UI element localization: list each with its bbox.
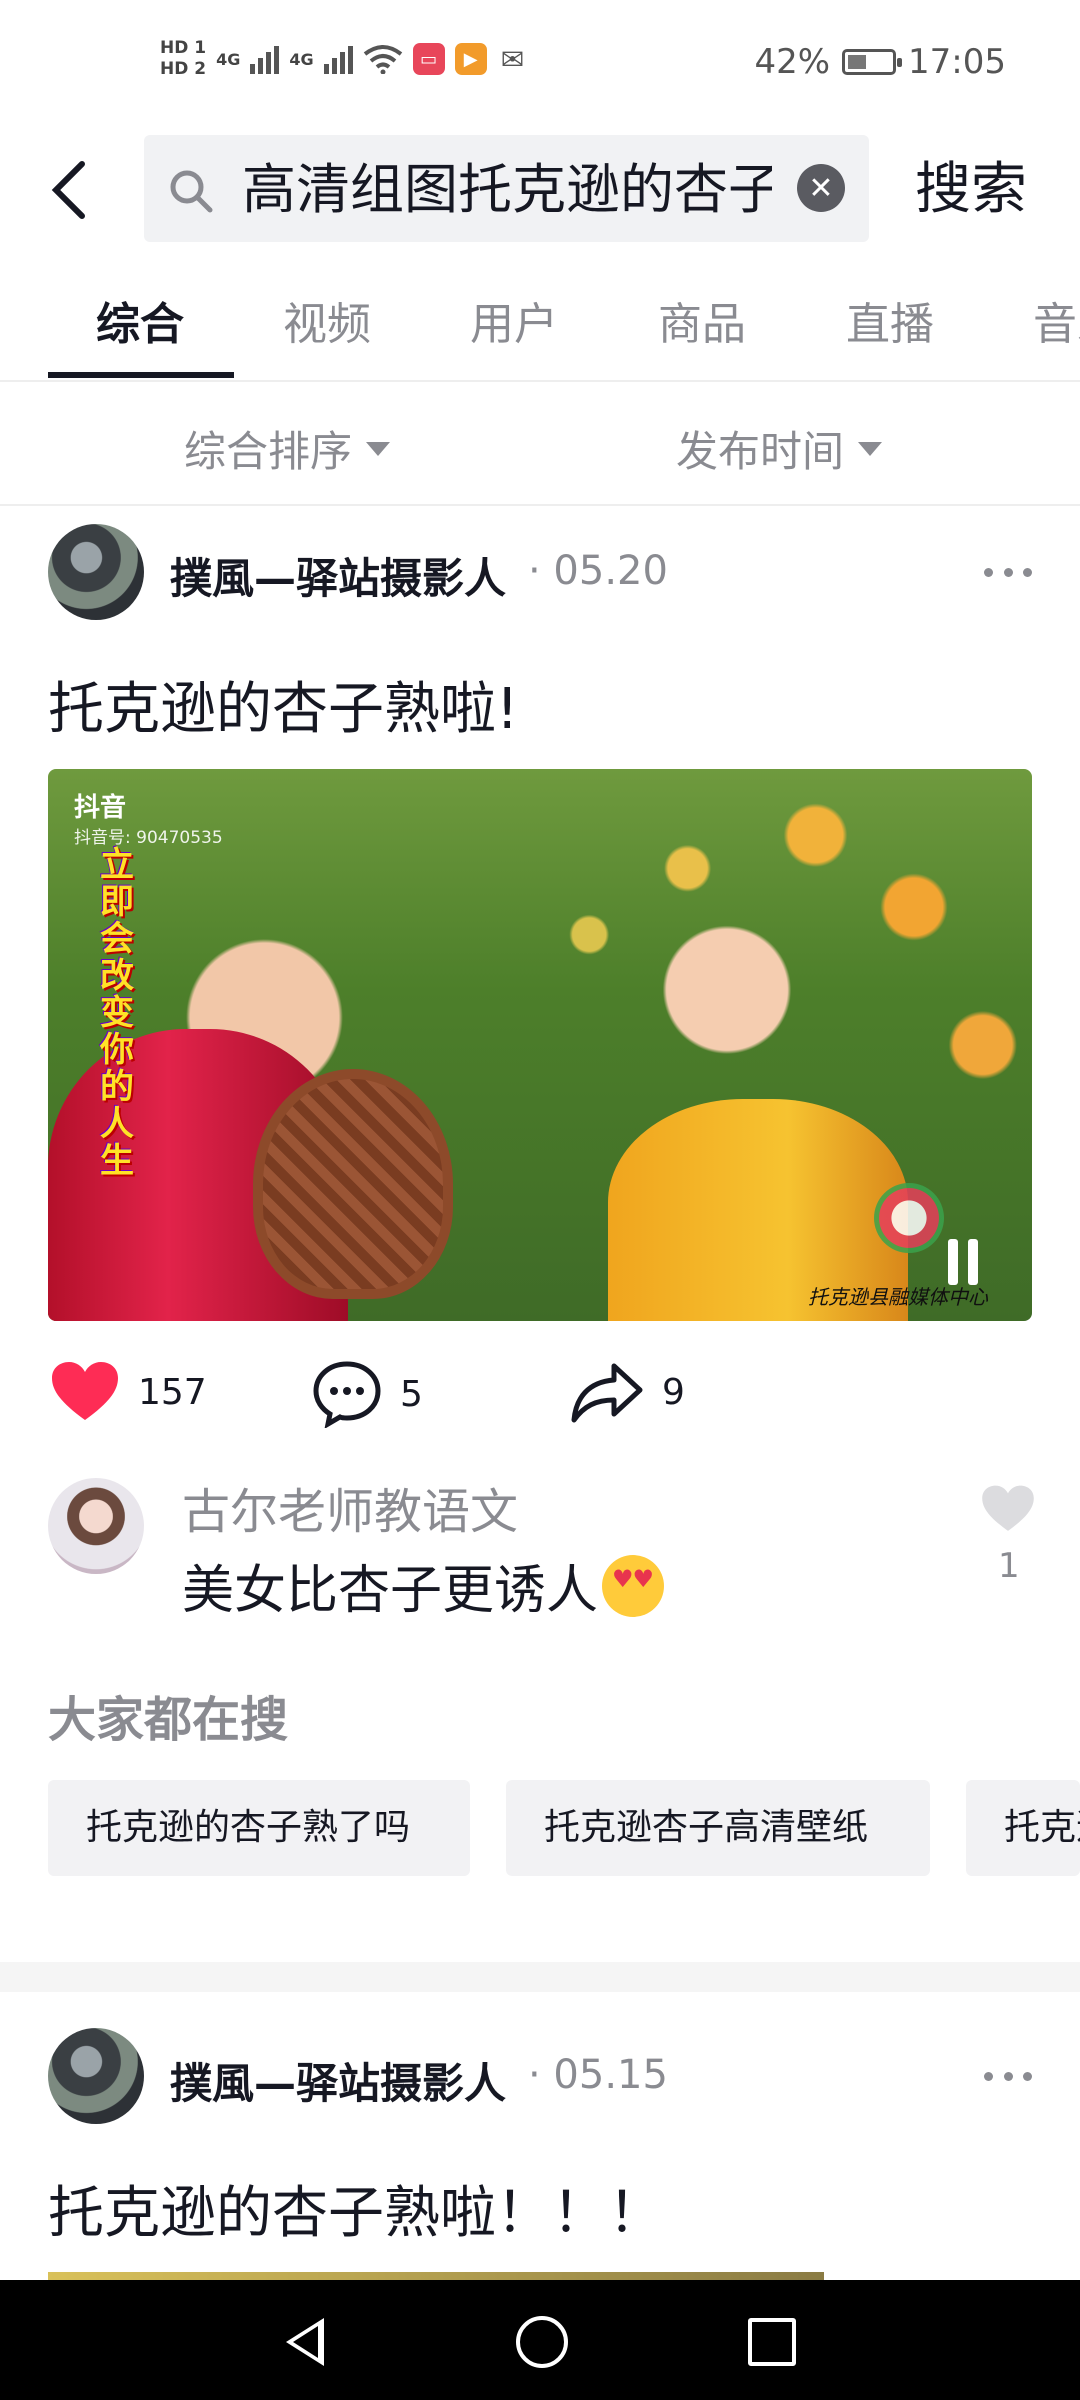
author-name[interactable]: 撲風—驿站摄影人 [170, 2050, 506, 2111]
nav-recents-icon[interactable] [748, 2318, 796, 2366]
filter-bar: 综合排序 发布时间 [0, 380, 1080, 506]
nav-back-icon-inner [293, 2326, 318, 2358]
video-overlay-text: 立即会改变你的人生 [100, 845, 134, 1181]
network-label-2: 4G [289, 49, 314, 69]
tab-videos[interactable]: 视频 [283, 280, 371, 370]
author-name[interactable]: 撲風—驿站摄影人 [170, 545, 506, 606]
signal-icon [250, 44, 280, 74]
heart-icon [52, 1362, 118, 1420]
network-label-1: 4G [216, 49, 241, 69]
time-filter-label: 发布时间 [676, 427, 845, 476]
sort-filter[interactable]: 综合排序 [184, 418, 391, 479]
comment-button[interactable]: 5 [312, 1360, 423, 1428]
battery-fill [848, 55, 866, 69]
watermark-id: 抖音号: 90470535 [74, 828, 223, 848]
watermark-app: 抖音 [74, 793, 127, 823]
like-count: 157 [138, 1371, 207, 1413]
tab-music[interactable]: 音乐 [1033, 280, 1080, 370]
author-avatar[interactable] [48, 2028, 144, 2124]
share-icon [571, 1363, 643, 1423]
hd-indicator: HD 1 HD 2 [160, 38, 206, 80]
pause-icon[interactable] [948, 1239, 978, 1285]
related-search-chip[interactable]: 托克逊杏子高清壁纸 [506, 1780, 930, 1876]
channel-logo-icon [874, 1183, 944, 1253]
status-icons-left: HD 1 HD 2 4G 4G ▭ ▶ ✉ [160, 38, 529, 80]
tab-bar: 综合 视频 用户 商品 直播 音乐 [0, 280, 1080, 382]
comment-text: 美女比杏子更诱人 [182, 1548, 665, 1623]
post-title[interactable]: 托克逊的杏子熟啦! [48, 664, 518, 745]
video-watermark: 抖音 抖音号: 90470535 [74, 793, 223, 853]
video-thumbnail[interactable]: 抖音 抖音号: 90470535 立即会改变你的人生 托克逊县融媒体中心 [48, 769, 1032, 1321]
post-date: · 05.20 [528, 548, 668, 594]
tab-users[interactable]: 用户 [470, 280, 558, 370]
sort-filter-label: 综合排序 [184, 427, 353, 476]
comment-like-icon[interactable] [980, 1484, 1036, 1534]
comment-like-count: 1 [998, 1546, 1020, 1586]
commenter-avatar[interactable] [48, 1478, 144, 1574]
back-icon[interactable] [42, 150, 102, 230]
signal-icon-2 [323, 44, 353, 74]
post-title[interactable]: 托克逊的杏子熟啦！！！ [48, 2168, 664, 2249]
search-input[interactable]: 高清组图托克逊的杏子 [242, 155, 772, 225]
commenter-name[interactable]: 古尔老师教语文 [182, 1472, 518, 1542]
search-button[interactable]: 搜索 [915, 152, 1027, 228]
everyone-search-title: 大家都在搜 [48, 1692, 289, 1748]
comment-count: 5 [400, 1373, 423, 1415]
more-options-icon[interactable] [984, 562, 1032, 582]
tab-live[interactable]: 直播 [846, 280, 934, 370]
video-thumbnail-peek[interactable] [48, 2272, 824, 2280]
hd2-label: HD 2 [160, 59, 207, 79]
caret-down-icon [858, 441, 883, 456]
comment-text-content: 美女比杏子更诱人 [182, 1561, 599, 1621]
video-basket [253, 1069, 453, 1299]
hd1-label: HD 1 [160, 38, 207, 58]
comment-icon [313, 1361, 381, 1428]
like-button[interactable]: 157 [50, 1360, 207, 1424]
author-avatar[interactable] [48, 524, 144, 620]
search-icon [170, 170, 213, 213]
video-app-icon: ▶ [454, 43, 487, 75]
tab-all[interactable]: 综合 [96, 280, 184, 370]
active-tab-indicator [48, 372, 234, 378]
related-search-chip[interactable]: 托克逊的杏子熟了吗 [48, 1780, 470, 1876]
related-search-chip[interactable]: 托克逊杏子 [966, 1780, 1080, 1876]
share-button[interactable]: 9 [570, 1360, 685, 1424]
battery-percent: 42% [754, 42, 831, 82]
post-date: · 05.15 [528, 2052, 668, 2098]
more-options-icon[interactable] [984, 2066, 1032, 2086]
section-divider [0, 1962, 1080, 1992]
wifi-icon [363, 45, 402, 74]
book-app-icon: ▭ [412, 43, 445, 75]
clock: 17:05 [908, 42, 1006, 82]
caret-down-icon [366, 441, 391, 456]
heart-eyes-emoji-icon [602, 1554, 665, 1617]
status-icons-right: 42% 17:05 [754, 42, 1006, 82]
nav-home-icon[interactable] [516, 2316, 568, 2368]
battery-icon [842, 49, 903, 75]
video-caption: 托克逊县融媒体中心 [808, 1285, 988, 1309]
clear-search-icon[interactable]: ✕ [797, 164, 845, 212]
time-filter[interactable]: 发布时间 [676, 418, 883, 479]
wechat-icon: ✉ [496, 43, 529, 76]
share-count: 9 [662, 1371, 685, 1413]
status-bar: HD 1 HD 2 4G 4G ▭ ▶ ✉ 42% 17:05 [0, 0, 1080, 135]
tab-products[interactable]: 商品 [658, 280, 746, 370]
